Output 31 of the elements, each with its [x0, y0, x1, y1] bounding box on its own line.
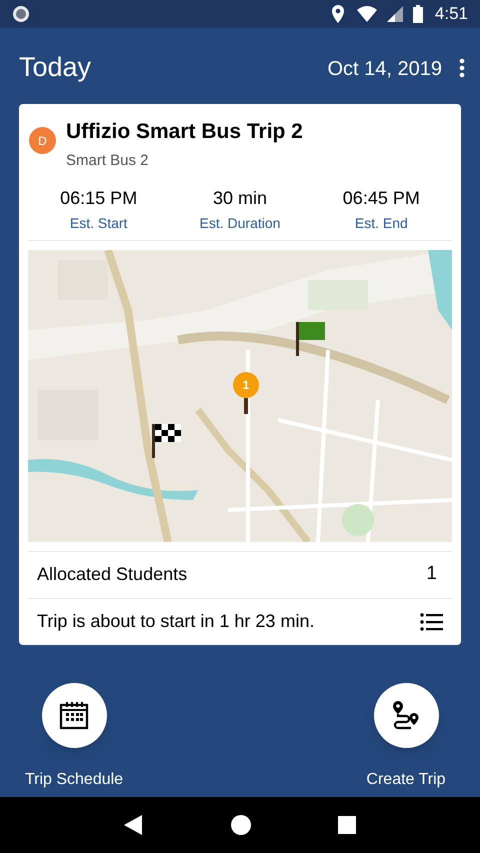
- location-icon: [330, 5, 345, 23]
- calendar-icon: [59, 700, 89, 730]
- trip-notice: Trip is about to start in 1 hr 23 min.: [37, 610, 314, 633]
- wifi-icon: [356, 6, 377, 22]
- stat-label: Est. Start: [70, 214, 128, 232]
- stat-value: 06:15 PM: [60, 186, 138, 210]
- allocated-count: 1: [426, 562, 438, 586]
- trip-title: Uffizio Smart Bus Trip 2: [66, 119, 303, 145]
- action-label: Trip Schedule: [24, 770, 124, 790]
- status-time: 4:51: [434, 3, 468, 26]
- recents-button[interactable]: [338, 816, 356, 834]
- action-label: Create Trip: [366, 770, 446, 790]
- stat-value: 30 min: [212, 186, 267, 210]
- stat-label: Est. Duration: [200, 214, 280, 232]
- route-icon: [391, 700, 421, 730]
- date-label: Oct 14, 2019: [327, 57, 442, 82]
- avatar: D: [29, 127, 56, 154]
- back-button[interactable]: [124, 815, 144, 835]
- start-flag-icon: [296, 322, 326, 356]
- finish-flag-icon: [152, 424, 182, 458]
- home-button[interactable]: [230, 815, 251, 835]
- battery-icon: [412, 5, 423, 23]
- page-title: Today: [19, 50, 92, 84]
- trip-card[interactable]: D Uffizio Smart Bus Trip 2 Smart Bus 2 06:15 PM Est. Start 30 min Est. Duration 06:45 PM Est. End 1 Allocated Students 1 Trip is about to start in 1 hr 23 min.: [19, 104, 461, 644]
- notification-icon: [12, 5, 30, 23]
- stat-label: Est. End: [354, 214, 408, 232]
- vehicle-name: Smart Bus 2: [66, 151, 150, 171]
- stat-value: 06:45 PM: [342, 186, 420, 210]
- signal-icon: [386, 6, 403, 22]
- list-icon[interactable]: [419, 612, 443, 632]
- allocated-label: Allocated Students: [37, 563, 188, 586]
